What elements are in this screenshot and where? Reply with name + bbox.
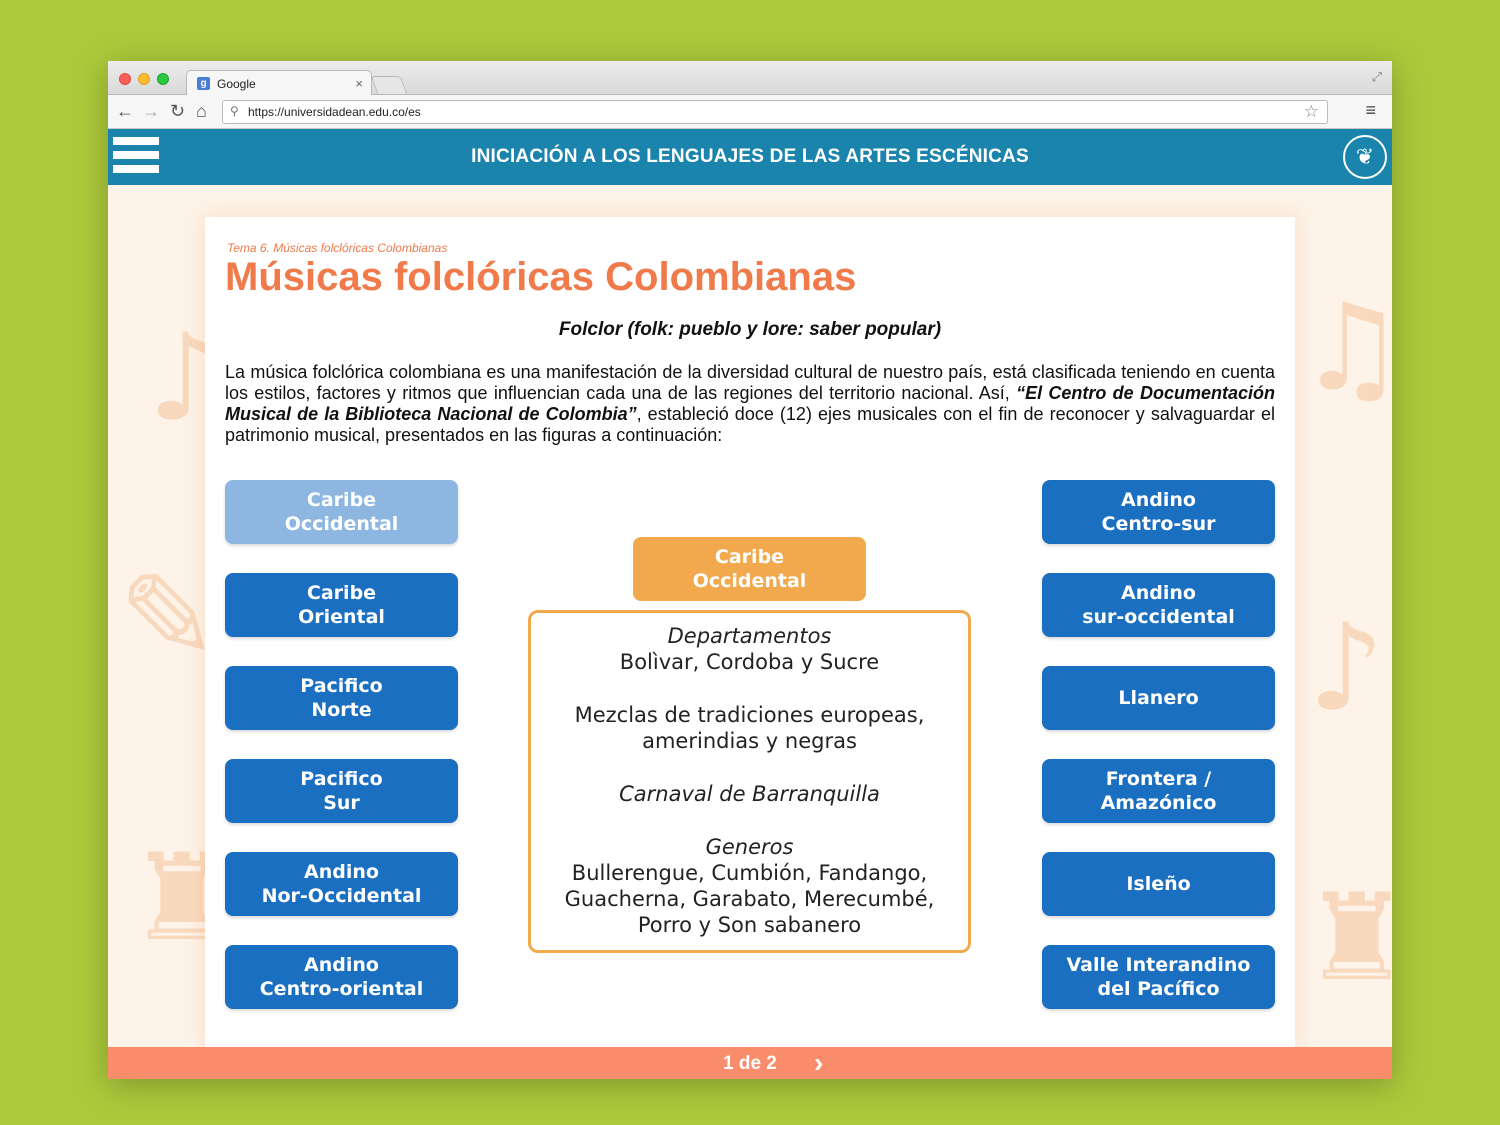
menu-icon[interactable]: ≡ (1365, 100, 1376, 121)
browser-window: g Google × ⤢ ← → ↻ ⌂ ⚲ https://universid… (108, 61, 1392, 1079)
region-button-andino-sur-occidental[interactable]: Andino sur-occidental (1042, 573, 1275, 637)
star-icon[interactable]: ☆ (1304, 102, 1319, 122)
search-icon: ⚲ (230, 104, 239, 118)
resize-icon[interactable]: ⤢ (1372, 69, 1382, 85)
title-bar: g Google × ⤢ (108, 61, 1392, 96)
pagination-footer: 1 de 2 › (108, 1047, 1392, 1079)
close-window-icon[interactable] (119, 73, 131, 85)
carnaval-text: Carnaval de Barranquilla (619, 782, 880, 806)
region-button-valle-interandino[interactable]: Valle Interandino del Pacífico (1042, 945, 1275, 1009)
minimize-window-icon[interactable] (138, 73, 150, 85)
intro-paragraph: La música folclórica colombiana es una m… (225, 362, 1275, 446)
browser-toolbar: ← → ↻ ⌂ ⚲ https://universidadean.edu.co/… (108, 95, 1392, 129)
region-button-caribe-occidental[interactable]: Caribe Occidental (225, 480, 458, 544)
selected-region-tag: Caribe Occidental (633, 537, 866, 601)
course-title: INICIACIÓN A LOS LENGUAJES DE LAS ARTES … (471, 146, 1029, 167)
page-subtitle: Folclor (folk: pueblo y lore: saber popu… (558, 319, 942, 340)
page-indicator: 1 de 2 (723, 1053, 777, 1074)
reload-icon[interactable]: ↻ (170, 101, 185, 121)
departamentos-label: Departamentos (667, 624, 832, 648)
music-note-icon: ♫ (1298, 279, 1392, 418)
close-icon[interactable]: × (355, 76, 363, 91)
browser-tab[interactable]: g Google × (186, 70, 372, 96)
generos-line-1: Bullerengue, Cumbión, Fandango, (571, 861, 928, 885)
mezclas-line-2: amerindias y negras (642, 729, 857, 753)
back-icon[interactable]: ← (116, 101, 134, 121)
generos-line-2: Guacherna, Garabato, Merecumbé, (564, 887, 935, 911)
palette-icon: ✎ (118, 549, 219, 688)
music-note-icon: ♪ (1308, 599, 1385, 738)
region-button-andino-nor-occidental[interactable]: Andino Nor-Occidental (225, 852, 458, 916)
mezclas-line-1: Mezclas de tradiciones europeas, (574, 703, 925, 727)
region-button-andino-centro-sur[interactable]: Andino Centro-sur (1042, 480, 1275, 544)
maximize-window-icon[interactable] (157, 73, 169, 85)
region-button-andino-centro-oriental[interactable]: Andino Centro-oriental (225, 945, 458, 1009)
breadcrumb: Tema 6. Músicas folclóricas Colombianas (227, 241, 448, 255)
generos-line-3: Porro y Son sabanero (637, 913, 862, 937)
address-bar[interactable]: ⚲ https://universidadean.edu.co/es ☆ (222, 100, 1328, 124)
page-title: Músicas folclóricas Colombianas (225, 255, 857, 299)
region-detail-box: Departamentos Bolìvar, Cordoba y Sucre M… (528, 610, 971, 953)
region-button-pacifico-norte[interactable]: Pacifico Norte (225, 666, 458, 730)
departamentos-value: Bolìvar, Cordoba y Sucre (619, 650, 880, 674)
app-header: INICIACIÓN A LOS LENGUAJES DE LAS ARTES … (108, 129, 1392, 185)
content-card: Tema 6. Músicas folclóricas Colombianas … (205, 217, 1295, 1047)
google-favicon-icon: g (197, 77, 210, 90)
region-button-isleno[interactable]: Isleño (1042, 852, 1275, 916)
tab-title: Google (217, 77, 256, 91)
url-text[interactable]: https://universidadean.edu.co/es (248, 105, 421, 119)
region-button-caribe-oriental[interactable]: Caribe Oriental (225, 573, 458, 637)
home-icon[interactable]: ⌂ (196, 101, 207, 121)
next-page-chevron-icon[interactable]: › (814, 1049, 823, 1077)
region-button-frontera-amazonico[interactable]: Frontera / Amazónico (1042, 759, 1275, 823)
generos-label: Generos (705, 835, 794, 859)
region-button-pacifico-sur[interactable]: Pacifico Sur (225, 759, 458, 823)
theater-icon: ♜ (1303, 869, 1392, 1008)
region-button-llanero[interactable]: Llanero (1042, 666, 1275, 730)
forward-icon[interactable]: → (142, 101, 160, 121)
university-logo: ❦ (1343, 135, 1387, 179)
course-app: ♪ ✎ ♫ ♪ ♜ ♜ INICIACIÓN A LOS LENGUAJES D… (108, 129, 1392, 1079)
new-tab-button[interactable] (370, 76, 408, 94)
